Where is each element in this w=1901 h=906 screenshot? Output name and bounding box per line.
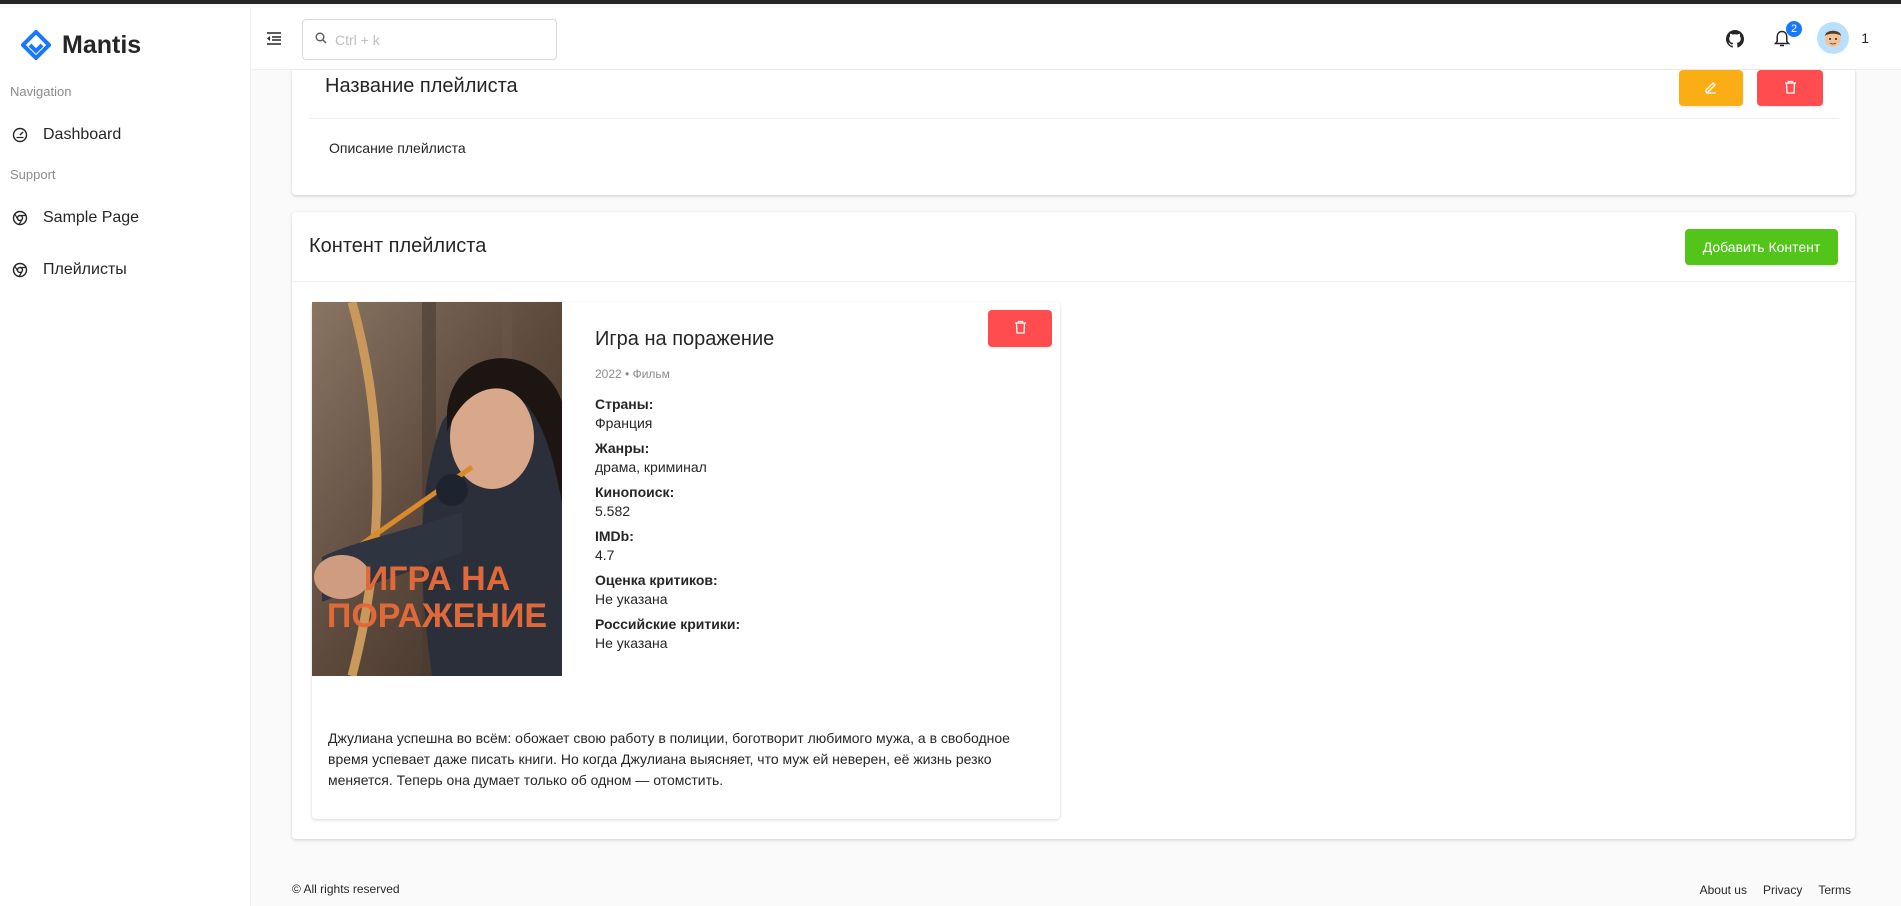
nav-group-label: Support xyxy=(10,167,56,182)
search-box[interactable] xyxy=(302,19,557,60)
russian-critics-label: Российские критики: xyxy=(595,616,741,632)
sidebar-item-label: Плейлисты xyxy=(43,261,127,278)
nav-group-label: Navigation xyxy=(10,84,72,99)
movie-description: Джулиана успешна во всём: обожает свою р… xyxy=(328,730,1010,788)
kinopoisk-value: 5.582 xyxy=(595,503,631,519)
search-icon xyxy=(315,31,327,49)
imdb-label: IMDb: xyxy=(595,528,634,544)
playlist-description: Описание плейлиста xyxy=(329,140,466,156)
critics-label: Оценка критиков: xyxy=(595,572,718,588)
countries-value: Франция xyxy=(595,415,653,431)
movie-info: Игра на поражение 2022 • Фильм Страны: Ф… xyxy=(595,328,975,651)
playlist-content-card: Контент плейлиста Добавить Контент ИГРА … xyxy=(292,212,1855,839)
delete-playlist-button[interactable] xyxy=(1757,70,1823,106)
footer-link-privacy[interactable]: Privacy xyxy=(1763,883,1802,897)
divider xyxy=(292,281,1855,282)
delete-content-button[interactable] xyxy=(988,310,1052,347)
footer-link-about[interactable]: About us xyxy=(1700,883,1747,897)
genres-value: драма, криминал xyxy=(595,459,707,475)
copyright: © All rights reserved xyxy=(292,882,400,896)
kinopoisk-label: Кинопоиск: xyxy=(595,484,675,500)
edit-icon xyxy=(1704,80,1718,97)
top-header: 2 1 xyxy=(251,8,1901,70)
sidebar-item-label: Sample Page xyxy=(43,209,140,226)
playlist-info-card: Название плейлиста Описание плейлиста xyxy=(292,70,1855,195)
sidebar-item-playlists[interactable]: Плейлисты xyxy=(0,244,250,296)
sidebar-item-label: Dashboard xyxy=(43,126,122,143)
app-name: Mantis xyxy=(62,30,142,59)
chrome-icon xyxy=(11,210,28,227)
add-content-button[interactable]: Добавить Контент xyxy=(1685,229,1838,265)
bell-icon[interactable]: 2 xyxy=(1770,21,1802,51)
movie-title: Игра на поражение xyxy=(595,328,775,350)
logo[interactable]: Mantis xyxy=(0,8,250,82)
user-name: 1 xyxy=(1861,30,1869,46)
user-profile[interactable]: 1 xyxy=(1817,22,1869,54)
trash-icon xyxy=(1014,320,1027,337)
chrome-icon xyxy=(11,262,28,279)
footer-link-terms[interactable]: Terms xyxy=(1818,883,1851,897)
menu-fold-icon[interactable] xyxy=(264,28,284,48)
genres-label: Жанры: xyxy=(595,440,650,456)
footer-links: About us Privacy Terms xyxy=(1700,883,1851,897)
poster-title-line2: ПОРАЖЕНИЕ xyxy=(327,597,547,635)
avatar xyxy=(1817,22,1850,54)
search-input[interactable] xyxy=(335,31,535,48)
notification-badge: 2 xyxy=(1786,21,1802,37)
edit-playlist-button[interactable] xyxy=(1679,70,1743,106)
poster-title-line1: ИГРА НА xyxy=(364,560,511,598)
divider xyxy=(309,118,1839,119)
imdb-value: 4.7 xyxy=(595,547,615,563)
critics-value: Не указана xyxy=(595,591,668,607)
github-icon[interactable] xyxy=(1723,27,1747,51)
movie-card: ИГРА НА ПОРАЖЕНИЕ Игра на поражение 2022… xyxy=(312,302,1060,819)
mantis-logo-icon xyxy=(20,29,52,61)
trash-icon xyxy=(1784,80,1797,97)
content-section-title: Контент плейлиста xyxy=(309,235,487,257)
movie-year-type: 2022 • Фильм xyxy=(595,367,670,381)
movie-poster: ИГРА НА ПОРАЖЕНИЕ xyxy=(312,302,562,676)
russian-critics-value: Не указана xyxy=(595,635,668,651)
sidebar-item-sample-page[interactable]: Sample Page xyxy=(0,192,250,244)
countries-label: Страны: xyxy=(595,396,654,412)
playlist-title: Название плейлиста xyxy=(325,75,518,97)
dashboard-icon xyxy=(11,127,28,144)
sidebar: Mantis Navigation Dashboard Support Samp… xyxy=(0,8,251,906)
sidebar-item-dashboard[interactable]: Dashboard xyxy=(0,109,250,161)
